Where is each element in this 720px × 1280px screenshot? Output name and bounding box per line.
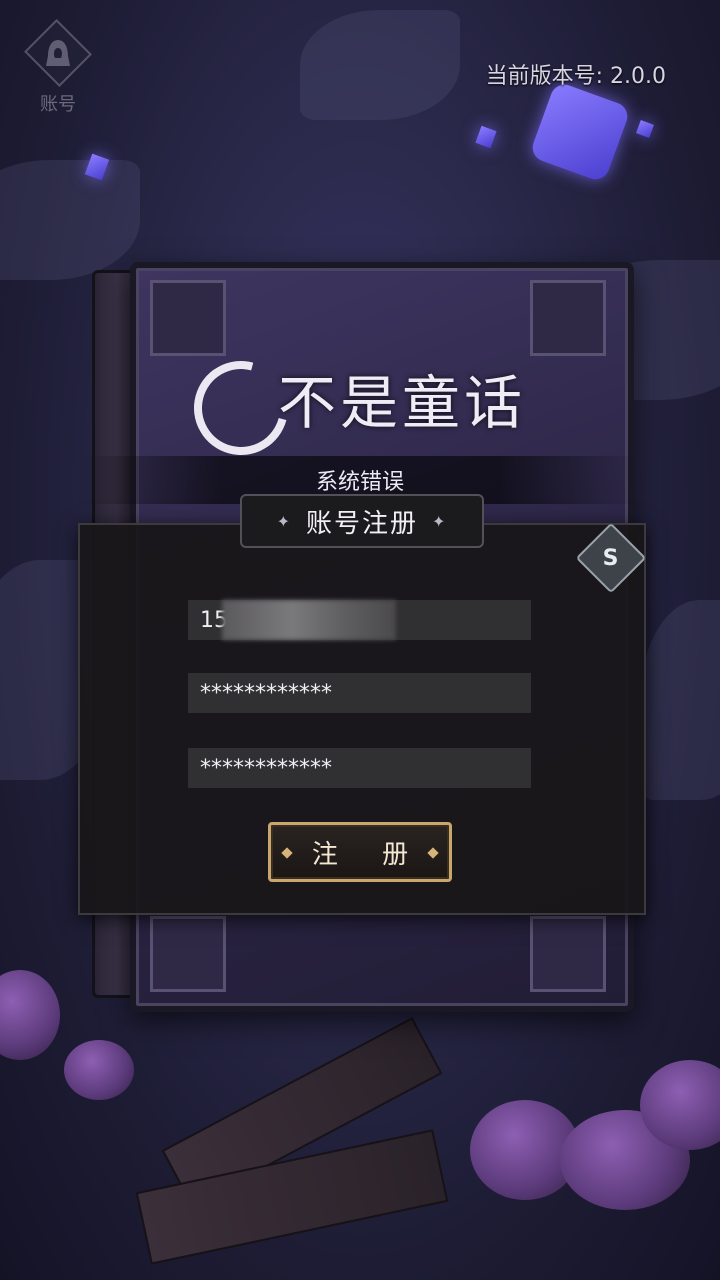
gem-ornament-icon — [427, 847, 439, 859]
logo-text: 不是童话 — [277, 369, 526, 437]
account-label: 账号 — [40, 94, 76, 115]
version-text: 当前版本号: 2.0.0 — [485, 64, 666, 89]
dialog-title-text: 账号注册 — [305, 508, 418, 539]
account-button[interactable]: 账号 — [20, 19, 96, 116]
book-corner-ornament — [150, 280, 226, 356]
confirm-password-input[interactable] — [188, 748, 531, 788]
account-frame — [24, 19, 92, 87]
password-input[interactable] — [188, 673, 531, 713]
register-button-label: 注 册 — [311, 839, 427, 870]
dialog-title: ✦ 账号注册 ✦ — [240, 494, 484, 548]
game-logo: 不是童话 — [0, 343, 720, 473]
book-corner-ornament — [150, 916, 226, 992]
book-corner-ornament — [530, 280, 606, 356]
close-icon: S — [603, 545, 619, 571]
moon-icon — [176, 343, 306, 473]
redacted-phone-mask — [222, 600, 396, 640]
sparkle-icon: ✦ — [432, 511, 448, 531]
register-button[interactable]: 注 册 — [268, 822, 452, 882]
book-corner-ornament — [530, 916, 606, 992]
sparkle-icon: ✦ — [276, 511, 292, 531]
hooded-figure-icon — [46, 40, 70, 66]
gem-ornament-icon — [281, 847, 293, 859]
